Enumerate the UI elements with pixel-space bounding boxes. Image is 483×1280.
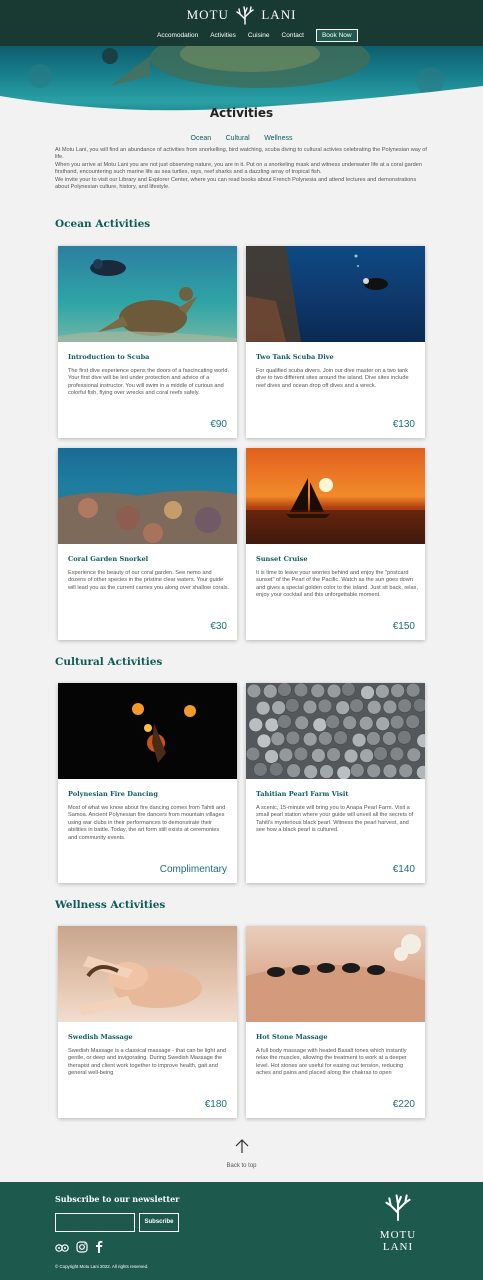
activity-price: €180 [204,1099,227,1110]
activity-card[interactable]: Introduction to Scuba The first dive exp… [58,246,237,438]
subscribe-button[interactable]: Subscribe [139,1213,179,1232]
back-to-top[interactable]: Back to top [0,1138,483,1172]
activities-subnav: Ocean Cultural Wellness [0,127,483,145]
site-footer: Subscribe to our newsletter Subscribe © … [0,1182,483,1280]
activity-description: The first dive experience opens the door… [68,368,230,397]
copyright-text: © Copyright Motu Lani 2022. All rights r… [55,1264,149,1269]
activity-image [246,926,425,1022]
site-logo[interactable]: MOTU LANI [0,5,483,25]
logo-text-left: MOTU [186,7,229,22]
section-title-ocean: Ocean Activities [55,218,151,230]
intro-paragraph: We invite your to visit our Library and … [55,176,417,191]
book-now-button[interactable]: Book Now [315,29,358,42]
section-title-cultural: Cultural Activities [55,656,163,668]
activity-price: Complimentary [159,864,227,875]
intro-paragraph: At Motu Lani, you will find an abundance… [55,147,427,161]
activity-card[interactable]: Hot Stone Massage A full body massage wi… [246,926,425,1118]
tripadvisor-icon[interactable] [55,1240,69,1258]
site-header: MOTU LANI Accomodation Activities Cuisin… [0,0,483,46]
arrow-up-icon [235,1139,248,1153]
activity-title: Introduction to Scuba [68,353,150,361]
activity-title: Hot Stone Massage [256,1033,328,1041]
coral-logo-icon [236,6,254,25]
activity-description: For qualified scuba divers. Join our div… [256,368,409,389]
nav-cuisine[interactable]: Cuisine [248,32,270,39]
activity-description: A full body massage with heated Basalt t… [256,1048,407,1077]
section-title-wellness: Wellness Activities [55,899,166,911]
activity-description: A scenic, 15-minute will bring you to An… [256,805,414,834]
activity-card[interactable]: Coral Garden Snorkel Experience the beau… [58,448,237,640]
activity-card[interactable]: Two Tank Scuba Dive For qualified scuba … [246,246,425,438]
subnav-ocean[interactable]: Ocean [191,135,212,142]
activity-description: Most of what we know about fire dancing … [68,805,226,841]
activity-card[interactable]: Swedish Massage Swedish Massage is a cla… [58,926,237,1118]
subnav-cultural[interactable]: Cultural [226,135,250,142]
page-title: Activities [209,106,274,120]
nav-activities[interactable]: Activities [210,32,236,39]
activity-title: Tahitian Pearl Farm Visit [256,790,349,798]
activity-card[interactable]: Sunset Cruise It is time to leave your w… [246,448,425,640]
activity-title: Polynesian Fire Dancing [68,790,158,798]
activity-price: €150 [392,621,415,632]
activity-image [58,683,237,779]
social-links [55,1240,110,1258]
newsletter-email-input[interactable] [55,1213,135,1232]
activity-description: It is time to leave your worries behind … [256,570,418,599]
activity-image [246,683,425,779]
nav-accomodation[interactable]: Accomodation [157,32,198,39]
activity-description: Experience the beauty of our coral garde… [68,570,230,591]
activity-title: Two Tank Scuba Dive [256,353,334,361]
activity-description: Swedish Massage is a classical massage -… [68,1048,226,1077]
main-nav: Accomodation Activities Cuisine Contact … [157,29,358,42]
activity-card[interactable]: Tahitian Pearl Farm Visit A scenic, 15-m… [246,683,425,883]
intro-text: At Motu Lani, you will find an abundance… [55,147,427,191]
logo-text-right: LANI [261,7,297,22]
activity-image [246,246,425,342]
activity-title: Coral Garden Snorkel [68,555,149,563]
activity-price: €30 [210,621,227,632]
activity-card[interactable]: Polynesian Fire Dancing Most of what we … [58,683,237,883]
activity-price: €140 [392,864,415,875]
activity-price: €220 [392,1099,415,1110]
activity-image [58,246,237,342]
activity-price: €130 [392,419,415,430]
nav-contact[interactable]: Contact [282,32,304,39]
activity-title: Sunset Cruise [256,555,308,563]
subnav-wellness[interactable]: Wellness [264,135,292,142]
back-to-top-label: Back to top [226,1163,257,1169]
footer-brand-text: MOTU LANI [379,1229,417,1253]
activity-image [246,448,425,544]
activity-price: €90 [210,419,227,430]
facebook-icon[interactable] [95,1240,103,1258]
coral-logo-icon [385,1194,411,1222]
activity-title: Swedish Massage [68,1033,133,1041]
newsletter-title: Subscribe to our newsletter [55,1194,180,1204]
activity-image [58,926,237,1022]
intro-paragraph: When you arrive at Motu Lani you are not… [55,161,422,176]
activity-image [58,448,237,544]
footer-logo[interactable]: MOTU LANI [363,1192,433,1253]
instagram-icon[interactable] [76,1240,88,1258]
